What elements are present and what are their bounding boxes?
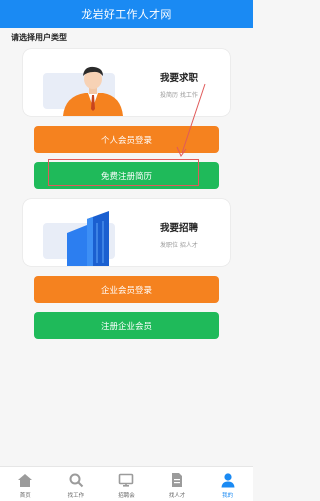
resume-icon xyxy=(172,473,183,487)
tab-job-fair[interactable]: 招聘会 xyxy=(101,467,152,501)
user-icon xyxy=(221,473,235,488)
search-icon xyxy=(69,473,84,488)
bottom-tab-bar: 首页 找工作 招聘会 找人才 我的 xyxy=(0,466,253,501)
tab-label: 首页 xyxy=(19,493,31,499)
tab-label: 找工作 xyxy=(67,493,85,499)
tab-home[interactable]: 首页 xyxy=(0,467,51,501)
tab-find-talent[interactable]: 找人才 xyxy=(152,467,203,501)
tab-mine[interactable]: 我的 xyxy=(202,467,253,501)
tab-label: 我的 xyxy=(222,493,234,499)
annotation-arrow-icon xyxy=(176,83,206,158)
tab-label: 找人才 xyxy=(168,493,186,499)
tab-label: 招聘会 xyxy=(118,493,135,499)
home-icon xyxy=(18,474,33,487)
tab-find-job[interactable]: 找工作 xyxy=(51,467,102,501)
monitor-icon xyxy=(119,473,134,487)
